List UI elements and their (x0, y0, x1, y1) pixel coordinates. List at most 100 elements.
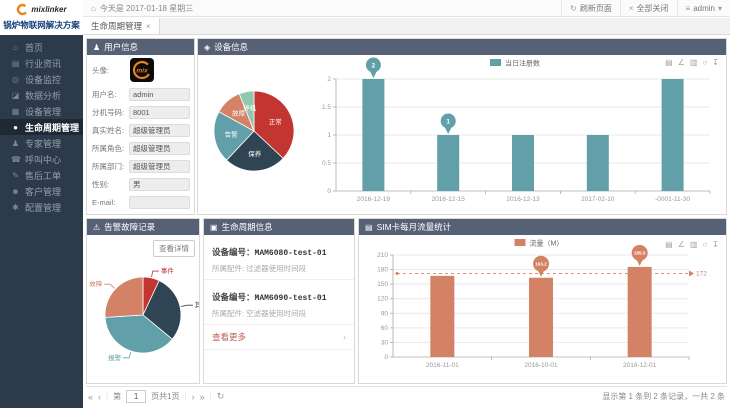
sidebar-item-lifecycle-manage[interactable]: ● 生命周期管理 (0, 119, 83, 135)
dataview-icon[interactable]: ▤ (665, 58, 673, 67)
sidebar-item-config-manage[interactable]: ✱ 配置管理 (0, 199, 83, 215)
expert-icon: ♟ (11, 139, 20, 148)
alarm-fault-pie-chart[interactable]: 事件其他报警故障 (87, 251, 199, 381)
svg-text:-0001-11-30: -0001-11-30 (655, 196, 690, 203)
bar-chart-icon[interactable]: ▥ (690, 240, 698, 249)
sidebar-item-call-center[interactable]: ☎ 呼叫中心 (0, 151, 83, 167)
sidebar-item-data-analysis[interactable]: ◪数据分析 (0, 87, 83, 103)
refresh-page-button[interactable]: ↻ 刷新页面 (561, 0, 620, 16)
save-image-icon[interactable]: ↧ (712, 58, 719, 67)
alarm-fault-title: 告警故障记录 (104, 222, 155, 232)
bar-chart-icon[interactable]: ▥ (690, 58, 698, 67)
line-chart-icon[interactable]: ∠ (678, 58, 685, 67)
tabbar: 生命周期管理 × (83, 18, 730, 35)
brand-name: mixlinker (31, 5, 66, 14)
svg-text:185.5: 185.5 (634, 251, 646, 256)
view-more-link[interactable]: 查看更多 › (204, 325, 354, 350)
sidebar-item-label: 呼叫中心 (25, 153, 61, 166)
home-icon: ⌂ (11, 43, 20, 52)
svg-text:事件: 事件 (161, 266, 175, 275)
sidebar-item-label: 生命周期管理 (25, 121, 79, 134)
user-field-row: 分机号码:8001 (87, 103, 194, 121)
field-label: 所属角色: (92, 143, 129, 154)
close-all-button[interactable]: × 全部关闭 (620, 0, 677, 16)
sidebar-item-label: 客户管理 (25, 185, 61, 198)
sidebar-item-home[interactable]: ⌂首页 (0, 39, 83, 55)
field-label: 真实姓名: (92, 125, 129, 136)
svg-text:0: 0 (327, 188, 331, 195)
device-info-panel: ◈设备信息 正常保养告警故障停机 ▤ ∠ ▥ ○ ↧ 00.511.522016… (197, 38, 727, 215)
line-chart-icon[interactable]: ∠ (678, 240, 685, 249)
user-info-header: ♟用户信息 (87, 39, 194, 55)
restore-icon[interactable]: ○ (702, 240, 707, 249)
role-field[interactable]: 超级管理员 (129, 142, 190, 155)
close-all-label: 全部关闭 (637, 3, 669, 14)
svg-text:120: 120 (377, 296, 388, 303)
first-page-button[interactable]: « (88, 392, 93, 402)
sidebar-item-expert-manage[interactable]: ♟专家管理 (0, 135, 83, 151)
menu-icon: ≡ (686, 4, 691, 13)
lifecycle-item[interactable]: 设备编号：MAM6090-test-01 所属配件: 空滤器使用时间段 (204, 280, 354, 325)
lifecycle-info-title: 生命周期信息 (222, 222, 273, 232)
alarm-fault-panel: ⚠告警故障记录 查看详情 事件其他报警故障 (86, 218, 200, 384)
svg-text:mix: mix (136, 68, 148, 75)
sidebar-item-label: 设备管理 (25, 105, 61, 118)
separator: | (185, 392, 187, 401)
chart-toolbox: ▤ ∠ ▥ ○ ↧ (665, 58, 719, 67)
dataview-icon[interactable]: ▤ (665, 240, 673, 249)
daily-register-bar-chart[interactable]: 00.511.522016-12-192016-12-152016-12-132… (310, 55, 726, 213)
sim-traffic-bar-chart[interactable]: 03060901201501802102016-11-012016-10-012… (359, 235, 726, 383)
svg-text:2: 2 (372, 62, 376, 69)
svg-text:故障: 故障 (89, 279, 103, 288)
user-field-row: E-mail: (87, 193, 194, 211)
close-icon: × (629, 4, 634, 13)
lifecycle-icon: ● (11, 123, 20, 132)
tab-lifecycle-manage[interactable]: 生命周期管理 × (83, 18, 160, 34)
separator: | (106, 392, 108, 401)
chart-toolbox: ▤ ∠ ▥ ○ ↧ (665, 240, 719, 249)
brand-logo-icon (16, 3, 29, 16)
lifecycle-item[interactable]: 设备编号：MAM6080-test-01 所属配件: 过滤器使用时间段 (204, 235, 354, 280)
sidebar: mixlinker 锅炉物联网解决方案 ⌂首页 ▤行业资讯 ◎设备监控 ◪数据分… (0, 0, 83, 408)
phone-icon: ☎ (11, 155, 20, 164)
gender-field[interactable]: 男 (129, 178, 190, 191)
realname-field[interactable]: 超级管理员 (129, 124, 190, 137)
last-page-button[interactable]: » (200, 392, 205, 402)
restore-icon[interactable]: ○ (702, 58, 707, 67)
home-icon: ⌂ (91, 4, 96, 13)
user-menu-label: admin (693, 4, 715, 13)
sidebar-item-label: 数据分析 (25, 89, 61, 102)
user-info-title: 用户信息 (104, 42, 138, 52)
sidebar-item-industry-news[interactable]: ▤行业资讯 (0, 55, 83, 71)
next-page-button[interactable]: › (192, 392, 195, 402)
extension-field[interactable]: 8001 (129, 106, 190, 119)
avatar: mix (129, 57, 155, 83)
sidebar-item-customer-manage[interactable]: ☻客户管理 (0, 183, 83, 199)
svg-text:其他: 其他 (195, 300, 199, 309)
sidebar-item-label: 配置管理 (25, 201, 61, 214)
device-code-value: MAM6090-test-01 (255, 294, 327, 303)
refresh-list-icon[interactable]: ↻ (217, 391, 225, 402)
sidebar-item-aftersale-order[interactable]: ✎售后工单 (0, 167, 83, 183)
tab-close-icon[interactable]: × (146, 22, 151, 31)
svg-text:告警: 告警 (225, 130, 239, 139)
department-field[interactable]: 超级管理员 (129, 160, 190, 173)
config-icon: ✱ (11, 203, 20, 212)
device-status-pie-chart[interactable]: 正常保养告警故障停机 (198, 55, 310, 213)
email-field[interactable] (129, 196, 190, 209)
field-label: 用户名: (92, 89, 129, 100)
prev-page-button[interactable]: ‹ (98, 392, 101, 402)
date-text: 今天是 2017-01-18 星期三 (100, 3, 193, 14)
save-image-icon[interactable]: ↧ (712, 240, 719, 249)
user-info-panel: ♟用户信息 头像: mix 用户名:admin 分机号码:8001 真实姓名:超… (86, 38, 195, 215)
device-part-info: 所属配件: 空滤器使用时间段 (212, 308, 346, 319)
sidebar-item-device-monitor[interactable]: ◎设备监控 (0, 71, 83, 87)
page-number-input[interactable] (126, 390, 146, 403)
username-field[interactable]: admin (129, 88, 190, 101)
user-menu[interactable]: ≡ admin ▾ (677, 0, 730, 16)
field-label: 分机号码: (92, 107, 129, 118)
document-icon: ▤ (365, 223, 373, 232)
svg-text:2016-10-01: 2016-10-01 (524, 362, 558, 369)
sidebar-item-device-manage[interactable]: ▦设备管理 (0, 103, 83, 119)
svg-text:当日注册数: 当日注册数 (505, 59, 540, 68)
